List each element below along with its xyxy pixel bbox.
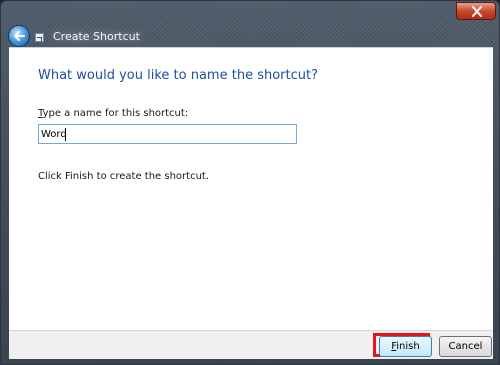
close-button[interactable] [456, 2, 496, 20]
close-icon [472, 6, 482, 17]
page-heading: What would you like to name the shortcut… [38, 68, 318, 83]
cancel-button[interactable]: Cancel [439, 336, 492, 357]
name-field-label: Type a name for this shortcut: [38, 108, 188, 119]
shortcut-name-input[interactable] [38, 124, 297, 144]
instruction-text: Click Finish to create the shortcut. [38, 171, 210, 182]
finish-label: inish [396, 341, 420, 352]
create-shortcut-window: Create Shortcut What would you like to n… [0, 0, 500, 365]
text-caret [65, 128, 66, 141]
title-bar[interactable]: Create Shortcut [1, 1, 500, 47]
label-text: ype a name for this shortcut: [42, 108, 189, 119]
back-button[interactable] [8, 25, 30, 47]
back-arrow-icon [14, 31, 25, 41]
shortcut-icon [35, 33, 44, 42]
finish-button[interactable]: Finish [379, 336, 432, 357]
button-bar: Finish Cancel [9, 330, 493, 359]
wizard-content: What would you like to name the shortcut… [9, 47, 493, 330]
window-title: Create Shortcut [53, 30, 140, 43]
